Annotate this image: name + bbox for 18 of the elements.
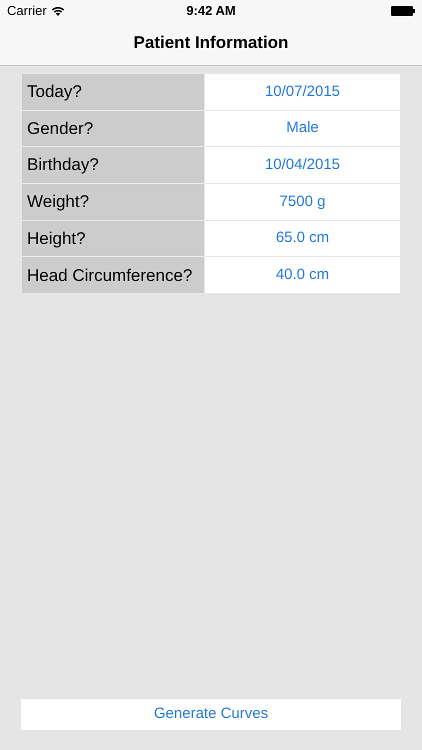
field-label: Head Circumference?	[22, 257, 204, 294]
clock-label: 9:42 AM	[186, 3, 236, 18]
field-label: Weight?	[22, 184, 204, 220]
field-label: Gender?	[22, 110, 204, 146]
carrier-label: Carrier	[7, 2, 47, 20]
field-value[interactable]: 40.0 cm	[205, 257, 400, 294]
field-label: Birthday?	[22, 147, 204, 184]
field-label: Today?	[22, 74, 204, 110]
field-value[interactable]: Male	[205, 110, 400, 146]
screen-title: Patient Information	[134, 32, 288, 54]
field-value[interactable]: 7500 g	[205, 184, 400, 220]
field-value[interactable]: 10/04/2015	[205, 147, 400, 184]
generate-button[interactable]: Generate Curves	[21, 699, 401, 730]
battery-icon	[391, 6, 415, 16]
wifi-icon	[50, 6, 65, 16]
field-label: Height?	[22, 220, 204, 256]
field-value[interactable]: 65.0 cm	[205, 220, 400, 256]
field-value[interactable]: 10/07/2015	[205, 74, 400, 110]
